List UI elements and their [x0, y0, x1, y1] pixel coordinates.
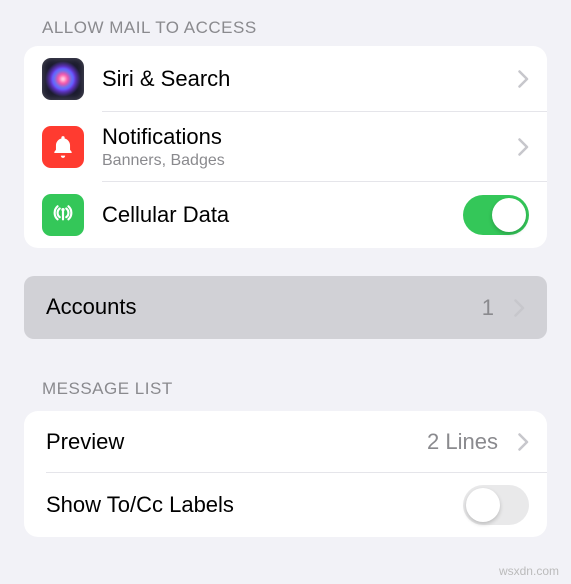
row-accounts[interactable]: Accounts 1: [24, 276, 547, 338]
row-notifications[interactable]: Notifications Banners, Badges: [24, 112, 547, 182]
allow-access-group: Siri & Search Notifications Banners, Bad…: [24, 46, 547, 248]
chevron-right-icon: [518, 433, 529, 451]
chevron-right-icon: [518, 138, 529, 156]
label-notifications: Notifications Banners, Badges: [102, 124, 508, 170]
row-preview[interactable]: Preview 2 Lines: [24, 411, 547, 473]
row-cellular-data: Cellular Data: [24, 182, 547, 248]
notifications-title: Notifications: [102, 124, 508, 150]
label-preview: Preview: [46, 429, 427, 455]
notifications-sub: Banners, Badges: [102, 152, 508, 170]
preview-title: Preview: [46, 429, 427, 455]
notifications-icon: [42, 126, 84, 168]
siri-title: Siri & Search: [102, 66, 508, 92]
row-siri-search[interactable]: Siri & Search: [24, 46, 547, 112]
show-tocc-title: Show To/Cc Labels: [46, 492, 463, 518]
cellular-title: Cellular Data: [102, 202, 463, 228]
label-cellular: Cellular Data: [102, 202, 463, 228]
chevron-right-icon: [514, 299, 525, 317]
label-siri: Siri & Search: [102, 66, 508, 92]
row-show-tocc: Show To/Cc Labels: [24, 473, 547, 537]
show-tocc-toggle-off[interactable]: [463, 485, 529, 525]
section-header-allow-access: ALLOW MAIL TO ACCESS: [0, 0, 571, 46]
watermark: wsxdn.com: [499, 564, 559, 578]
accounts-title: Accounts: [46, 294, 482, 320]
label-show-tocc: Show To/Cc Labels: [46, 492, 463, 518]
section-header-message-list: MESSAGE LIST: [0, 339, 571, 407]
chevron-right-icon: [518, 70, 529, 88]
cellular-toggle-on[interactable]: [463, 195, 529, 235]
preview-value: 2 Lines: [427, 429, 498, 455]
siri-icon: [42, 58, 84, 100]
message-list-group: Preview 2 Lines Show To/Cc Labels: [24, 411, 547, 537]
cellular-icon: [42, 194, 84, 236]
accounts-count: 1: [482, 295, 494, 321]
